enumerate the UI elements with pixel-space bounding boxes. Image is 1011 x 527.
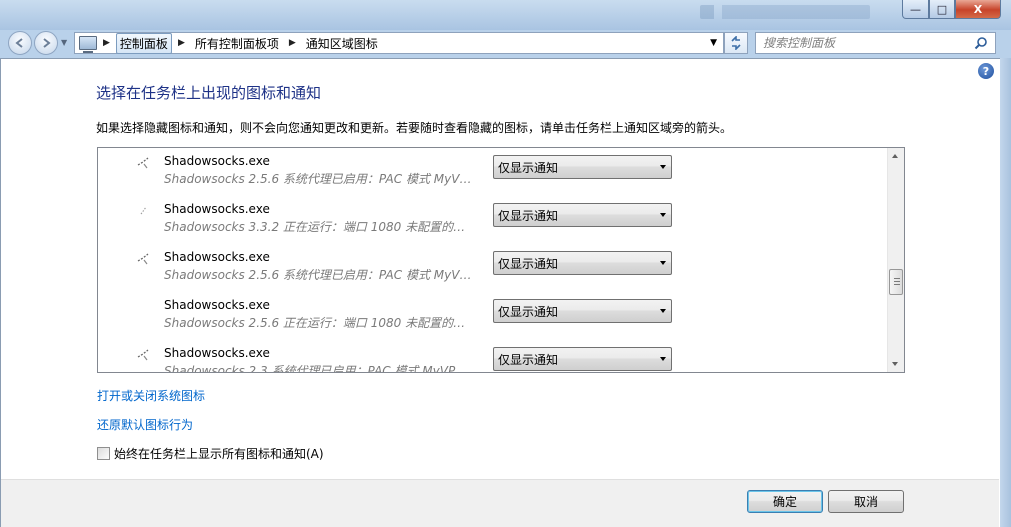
restore-default-link[interactable]: 还原默认图标行为 [97,416,193,433]
chevron-right-icon[interactable]: ▶ [178,38,185,48]
process-name: Shadowsocks.exe [164,250,270,264]
scroll-down-icon[interactable] [892,362,898,366]
behavior-select[interactable]: 仅显示通知 [493,155,672,179]
list-item: Shadowsocks.exe Shadowsocks 2.5.6 系统代理已启… [98,244,888,292]
refresh-button[interactable] [724,32,748,54]
behavior-select[interactable]: 仅显示通知 [493,203,672,227]
process-status: Shadowsocks 3.3.2 正在运行：端口 1080 未配置的服务器 [164,220,474,234]
shadowsocks-icon [137,253,149,265]
behavior-select-value: 仅显示通知 [498,208,559,223]
main-content: ? 选择在任务栏上出现的图标和通知 如果选择隐藏图标和通知，则不会向您通知更改和… [0,58,1000,527]
process-name: Shadowsocks.exe [164,202,270,216]
help-icon[interactable]: ? [978,63,994,79]
forward-arrow-icon [43,38,51,48]
page-title: 选择在任务栏上出现的图标和通知 [96,84,322,102]
search-icon[interactable] [974,36,988,50]
chevron-down-icon [660,213,666,217]
ok-button[interactable]: 确定 [747,490,823,513]
process-name: Shadowsocks.exe [164,346,270,360]
chevron-down-icon [660,357,666,361]
list-item: Shadowsocks.exe Shadowsocks 3.3.2 正在运行：端… [98,196,888,244]
shadowsocks-icon [137,349,149,361]
scroll-thumb[interactable] [889,269,903,295]
cancel-button[interactable]: 取消 [828,490,904,513]
behavior-select[interactable]: 仅显示通知 [493,347,672,371]
control-panel-icon [79,36,97,53]
refresh-icon [731,36,741,50]
list-item: Shadowsocks.exe Shadowsocks 2.5.6 系统代理已启… [98,148,888,196]
chevron-down-icon [660,261,666,265]
process-status: Shadowsocks 2.5.6 正在运行：端口 1080 未配置的服务器 [164,316,474,330]
maximize-button[interactable]: □ [929,0,955,19]
behavior-select-value: 仅显示通知 [498,256,559,271]
search-box[interactable] [755,32,996,54]
close-button[interactable]: X [955,0,1001,19]
recent-pages-dropdown-icon[interactable]: ▼ [61,38,67,47]
dialog-footer: 确定 取消 [1,479,999,527]
window-frame-right [1000,58,1011,527]
breadcrumb-notification-icons[interactable]: 通知区域图标 [302,33,382,54]
breadcrumb-all-items[interactable]: 所有控制面板项 [191,33,283,54]
chevron-down-icon [660,165,666,169]
back-arrow-icon [15,38,23,48]
process-status: Shadowsocks 2.5.6 系统代理已启用：PAC 模式 MyVPS (… [164,172,474,186]
behavior-select-value: 仅显示通知 [498,160,559,175]
chevron-right-icon[interactable]: ▶ [103,38,110,48]
always-show-checkbox[interactable] [97,447,110,460]
grip-icon [894,278,900,286]
behavior-select-value: 仅显示通知 [498,352,559,367]
minimize-button[interactable]: — [902,0,929,19]
process-name: Shadowsocks.exe [164,154,270,168]
list-item: Shadowsocks.exe Shadowsocks 2.3 系统代理已启用：… [98,340,888,373]
process-status: Shadowsocks 2.5.6 系统代理已启用：PAC 模式 MyVPS (… [164,268,474,282]
shadowsocks-icon [137,157,149,169]
system-icons-link[interactable]: 打开或关闭系统图标 [97,387,205,404]
always-show-option[interactable]: 始终在任务栏上显示所有图标和通知(A) [97,445,324,462]
always-show-label[interactable]: 始终在任务栏上显示所有图标和通知(A) [114,445,324,462]
address-bar[interactable]: ▶ 控制面板 ▶ 所有控制面板项 ▶ 通知区域图标 ▼ [74,32,724,54]
behavior-select-value: 仅显示通知 [498,304,559,319]
page-description: 如果选择隐藏图标和通知，则不会向您通知更改和更新。若要随时查看隐藏的图标，请单击… [96,121,733,135]
behavior-select[interactable]: 仅显示通知 [493,251,672,275]
notification-icons-list: Shadowsocks.exe Shadowsocks 2.5.6 系统代理已启… [97,147,905,373]
window-titlebar: — □ X [0,0,1011,30]
breadcrumb-control-panel[interactable]: 控制面板 [115,32,172,54]
shadowsocks-icon [140,206,147,215]
window-title [700,5,870,19]
chevron-down-icon [660,309,666,313]
chevron-right-icon[interactable]: ▶ [289,38,296,48]
navigation-bar: ▼ ▶ 控制面板 ▶ 所有控制面板项 ▶ 通知区域图标 ▼ [0,30,1011,57]
behavior-select[interactable]: 仅显示通知 [493,299,672,323]
caption-buttons: — □ X [902,0,1001,19]
scroll-up-icon[interactable] [892,154,898,158]
list-scrollbar[interactable] [887,148,904,372]
process-status: Shadowsocks 2.3 系统代理已启用：PAC 模式 MyVPS (45… [164,364,474,373]
list-item: Shadowsocks.exe Shadowsocks 2.5.6 正在运行：端… [98,292,888,340]
forward-button[interactable] [34,31,58,55]
process-name: Shadowsocks.exe [164,298,270,312]
search-input[interactable] [763,36,973,50]
address-dropdown-icon[interactable]: ▼ [710,38,717,48]
back-button[interactable] [8,31,32,55]
